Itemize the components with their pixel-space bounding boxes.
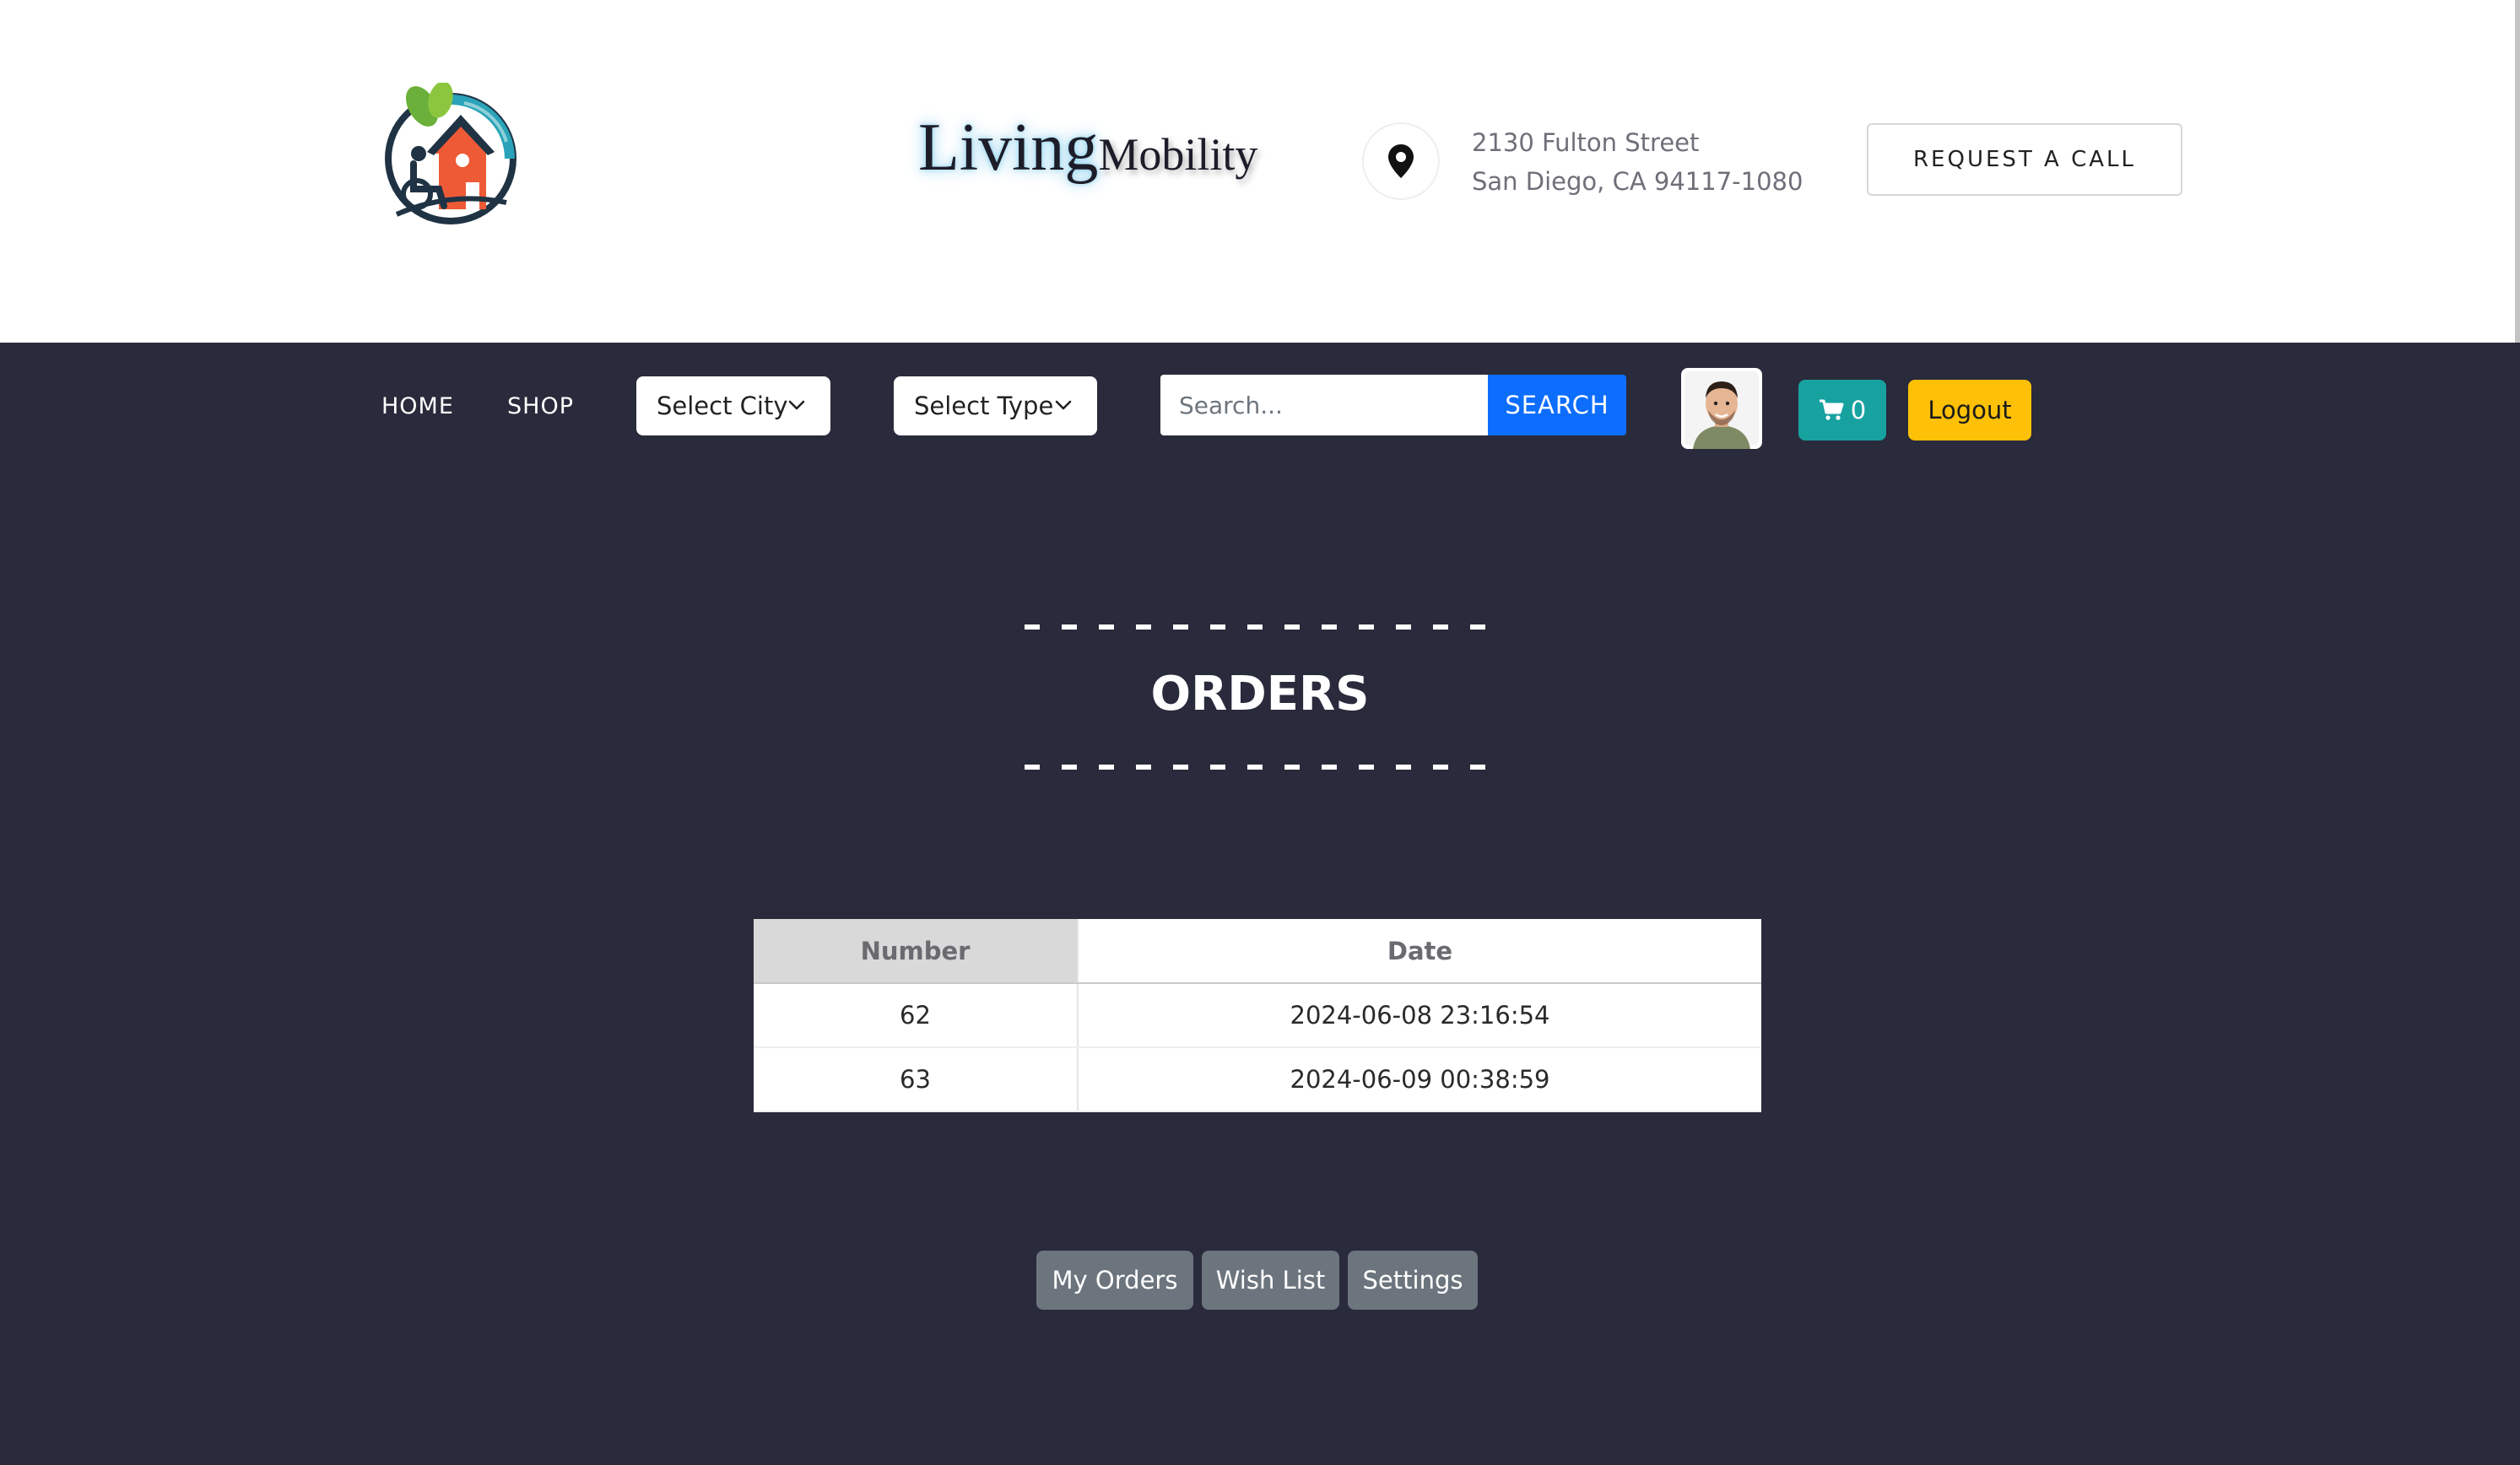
site-header: LivingMobility 2130 Fulton Street San Di… (0, 0, 2520, 343)
user-avatar[interactable] (1681, 368, 1762, 449)
order-date-cell: 2024-06-09 00:38:59 (1078, 1047, 1761, 1112)
chevron-down-icon (788, 400, 805, 410)
page-scrollbar[interactable] (2515, 0, 2520, 343)
store-address: 2130 Fulton Street San Diego, CA 94117-1… (1472, 123, 1803, 201)
map-pin-icon (1388, 144, 1414, 178)
main-content: HOME SHOP Select City Select Type SEARCH (0, 343, 2520, 1465)
column-header-date[interactable]: Date (1078, 919, 1761, 984)
my-orders-button[interactable]: My Orders (1036, 1251, 1193, 1310)
select-city-value: Select City (657, 392, 788, 420)
heading-divider-bottom (1025, 765, 1497, 770)
site-logo[interactable] (380, 81, 522, 228)
chevron-down-icon (1055, 400, 1072, 410)
order-number-cell: 63 (754, 1047, 1079, 1112)
wish-list-button[interactable]: Wish List (1202, 1251, 1339, 1310)
heading-divider-top (1025, 624, 1497, 630)
logout-button[interactable]: Logout (1908, 380, 2031, 441)
nav-home-link[interactable]: HOME (381, 393, 454, 419)
orders-table: Number Date 62 2024-06-08 23:16:54 63 20… (754, 919, 1761, 1112)
cart-button[interactable]: 0 (1798, 380, 1886, 441)
address-line-2: San Diego, CA 94117-1080 (1472, 167, 1803, 196)
order-number-cell: 62 (754, 983, 1079, 1048)
search-input[interactable] (1160, 375, 1490, 435)
table-row[interactable]: 62 2024-06-08 23:16:54 (754, 983, 1761, 1048)
select-type-dropdown[interactable]: Select Type (894, 376, 1097, 435)
brand-wordmark[interactable]: LivingMobility (918, 110, 1257, 187)
search-button[interactable]: SEARCH (1488, 375, 1626, 435)
select-city-dropdown[interactable]: Select City (636, 376, 830, 435)
table-row[interactable]: 63 2024-06-09 00:38:59 (754, 1047, 1761, 1112)
shopping-cart-icon (1819, 399, 1844, 420)
nav-shop-link[interactable]: SHOP (507, 393, 574, 419)
logo-house-icon (385, 81, 516, 224)
settings-button[interactable]: Settings (1348, 1251, 1478, 1310)
location-badge (1362, 122, 1440, 200)
select-type-value: Select Type (914, 392, 1054, 420)
order-date-cell: 2024-06-08 23:16:54 (1078, 983, 1761, 1048)
address-line-1: 2130 Fulton Street (1472, 128, 1700, 157)
brand-mobility: Mobility (1098, 129, 1258, 180)
user-avatar-icon (1685, 371, 1759, 449)
table-header-row: Number Date (754, 919, 1761, 984)
brand-living: Living (918, 111, 1099, 185)
cart-count: 0 (1850, 396, 1867, 424)
request-call-button[interactable]: REQUEST A CALL (1867, 123, 2182, 196)
page-title: ORDERS (1150, 667, 1370, 722)
column-header-number[interactable]: Number (754, 919, 1079, 984)
